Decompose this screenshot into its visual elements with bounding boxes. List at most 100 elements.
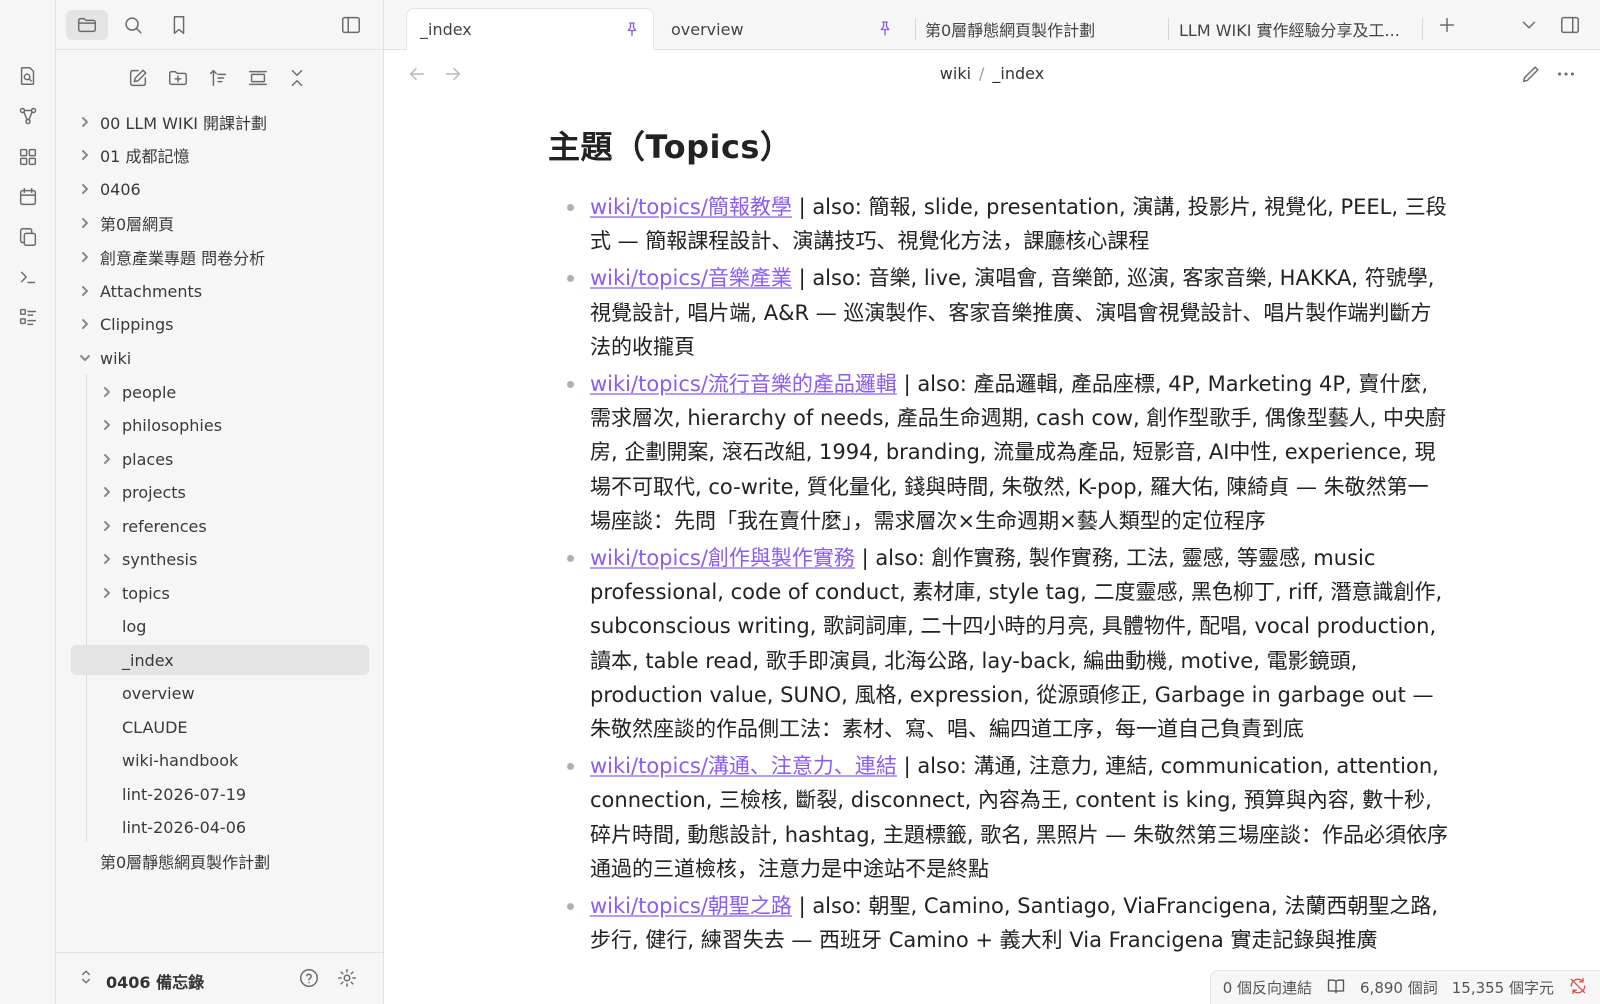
- tab-llm-wiki[interactable]: LLM WIKI 實作經驗分享及工...: [1166, 8, 1406, 50]
- edit-pencil-icon[interactable]: [1520, 63, 1542, 89]
- char-count: 15,355 個字元: [1451, 979, 1554, 997]
- sync-error-icon[interactable]: [1568, 976, 1588, 1000]
- tab-label: 第0層靜態網頁製作計劃: [925, 21, 1096, 40]
- terminal-icon[interactable]: [16, 265, 40, 289]
- pin-icon[interactable]: [876, 19, 894, 41]
- breadcrumb-separator: /: [979, 64, 985, 83]
- bookmarks-tab-button[interactable]: [158, 10, 200, 40]
- graph-view-icon[interactable]: [16, 104, 40, 128]
- search-file-icon[interactable]: [16, 64, 40, 88]
- word-count: 6,890 個詞: [1360, 979, 1438, 997]
- tree-folder[interactable]: 第0層網頁: [70, 208, 370, 238]
- calendar-icon[interactable]: [16, 185, 40, 209]
- tree-indent-guide: [86, 374, 87, 842]
- tree-folder[interactable]: 創意產業專題 問卷分析: [70, 242, 370, 272]
- tree-file[interactable]: log: [92, 611, 370, 641]
- help-icon[interactable]: [298, 967, 320, 993]
- copy-icon[interactable]: [16, 225, 40, 249]
- tree-label: Attachments: [100, 281, 203, 301]
- tree-label: wiki-handbook: [122, 750, 239, 770]
- chevron-right-icon: [100, 418, 114, 432]
- tree-folder[interactable]: topics: [92, 578, 370, 608]
- new-folder-icon[interactable]: [166, 66, 190, 90]
- breadcrumb-parent[interactable]: wiki: [940, 64, 971, 83]
- tree-file[interactable]: overview: [92, 678, 370, 708]
- list-icon[interactable]: [16, 305, 40, 329]
- chevron-right-icon: [78, 284, 92, 298]
- tree-label: 第0層網頁: [100, 215, 175, 234]
- chevron-right-icon: [78, 216, 92, 230]
- chevron-right-icon: [78, 317, 92, 331]
- internal-link[interactable]: wiki/topics/創作與製作實務: [590, 546, 855, 570]
- search-tab-button[interactable]: [112, 10, 154, 40]
- list-item: wiki/topics/流行音樂的產品邏輯 | also: 產品邏輯, 產品座標…: [548, 367, 1448, 538]
- chevron-right-icon: [100, 485, 114, 499]
- collapse-view-icon[interactable]: [246, 66, 270, 90]
- settings-gear-icon[interactable]: [336, 967, 358, 993]
- internal-link[interactable]: wiki/topics/簡報教學: [590, 195, 792, 219]
- topics-list: wiki/topics/簡報教學 | also: 簡報, slide, pres…: [548, 190, 1448, 957]
- tree-label: log: [122, 616, 147, 636]
- tree-label: people: [122, 382, 177, 402]
- new-tab-plus-icon[interactable]: [1436, 14, 1458, 40]
- vault-switch-icon[interactable]: [76, 967, 98, 989]
- files-tab-button[interactable]: [66, 10, 108, 40]
- backlinks-count[interactable]: 0 個反向連結: [1223, 977, 1312, 998]
- tab-label: _index: [420, 20, 472, 39]
- tree-folder[interactable]: 0406: [70, 174, 370, 204]
- tree-folder[interactable]: synthesis: [92, 544, 370, 574]
- tab-index[interactable]: _index: [406, 8, 654, 50]
- vault-name[interactable]: 0406 備忘錄: [106, 969, 204, 993]
- tree-label: 01 成都記憶: [100, 147, 190, 166]
- tree-folder[interactable]: 00 LLM WIKI 開課計劃: [70, 107, 370, 137]
- tree-folder[interactable]: projects: [92, 477, 370, 507]
- breadcrumb-current[interactable]: _index: [992, 64, 1044, 83]
- more-options-icon[interactable]: [1555, 63, 1577, 89]
- list-item: wiki/topics/簡報教學 | also: 簡報, slide, pres…: [548, 190, 1448, 258]
- internal-link[interactable]: wiki/topics/流行音樂的產品邏輯: [590, 372, 897, 396]
- tab-static-web-plan[interactable]: 第0層靜態網頁製作計劃: [912, 8, 1160, 50]
- canvas-icon[interactable]: [16, 145, 40, 169]
- file-explorer-sidebar: 00 LLM WIKI 開課計劃 01 成都記憶 0406 第0層網頁 創意產業…: [56, 0, 384, 1004]
- tree-folder[interactable]: philosophies: [92, 410, 370, 440]
- tree-folder-wiki[interactable]: wiki: [70, 343, 370, 373]
- collapse-all-icon[interactable]: [285, 66, 309, 90]
- tree-folder[interactable]: 01 成都記憶: [70, 140, 370, 170]
- tree-file-selected[interactable]: _index: [71, 645, 369, 675]
- chevron-right-icon: [78, 250, 92, 264]
- new-note-icon[interactable]: [126, 66, 150, 90]
- reading-book-icon[interactable]: [1326, 976, 1346, 1000]
- toggle-sidebar-button[interactable]: [330, 10, 372, 40]
- tree-folder[interactable]: references: [92, 511, 370, 541]
- tree-file[interactable]: wiki-handbook: [92, 745, 370, 775]
- tree-label: projects: [122, 482, 186, 502]
- tree-folder[interactable]: people: [92, 377, 370, 407]
- chevron-right-icon: [100, 552, 114, 566]
- tree-folder[interactable]: Attachments: [70, 276, 370, 306]
- tab-overview[interactable]: overview: [658, 8, 906, 50]
- list-item: wiki/topics/溝通、注意力、連結 | also: 溝通, 注意力, 連…: [548, 749, 1448, 886]
- tree-label: philosophies: [122, 415, 223, 435]
- tree-label: wiki: [100, 348, 132, 368]
- tree-label: overview: [122, 683, 195, 703]
- chevron-right-icon: [78, 182, 92, 196]
- tree-label: lint-2026-04-06: [122, 817, 247, 837]
- internal-link[interactable]: wiki/topics/朝聖之路: [590, 894, 792, 918]
- file-actions-bar: [56, 62, 384, 94]
- tab-list-chevron-icon[interactable]: [1518, 14, 1540, 40]
- tree-file[interactable]: lint-2026-04-06: [92, 812, 370, 842]
- internal-link[interactable]: wiki/topics/音樂產業: [590, 266, 792, 290]
- chevron-right-icon: [100, 452, 114, 466]
- tree-file[interactable]: lint-2026-07-19: [92, 779, 370, 809]
- tree-file[interactable]: CLAUDE: [92, 712, 370, 742]
- pin-icon[interactable]: [623, 20, 641, 42]
- tab-label: overview: [671, 19, 744, 39]
- internal-link[interactable]: wiki/topics/溝通、注意力、連結: [590, 754, 897, 778]
- tree-label: lint-2026-07-19: [122, 784, 247, 804]
- sort-icon[interactable]: [206, 66, 230, 90]
- tree-file[interactable]: 第0層靜態網頁製作計劃: [70, 846, 370, 876]
- tree-folder[interactable]: places: [92, 444, 370, 474]
- tree-label: CLAUDE: [122, 717, 188, 737]
- tree-folder[interactable]: Clippings: [70, 309, 370, 339]
- right-sidebar-toggle-icon[interactable]: [1559, 14, 1581, 40]
